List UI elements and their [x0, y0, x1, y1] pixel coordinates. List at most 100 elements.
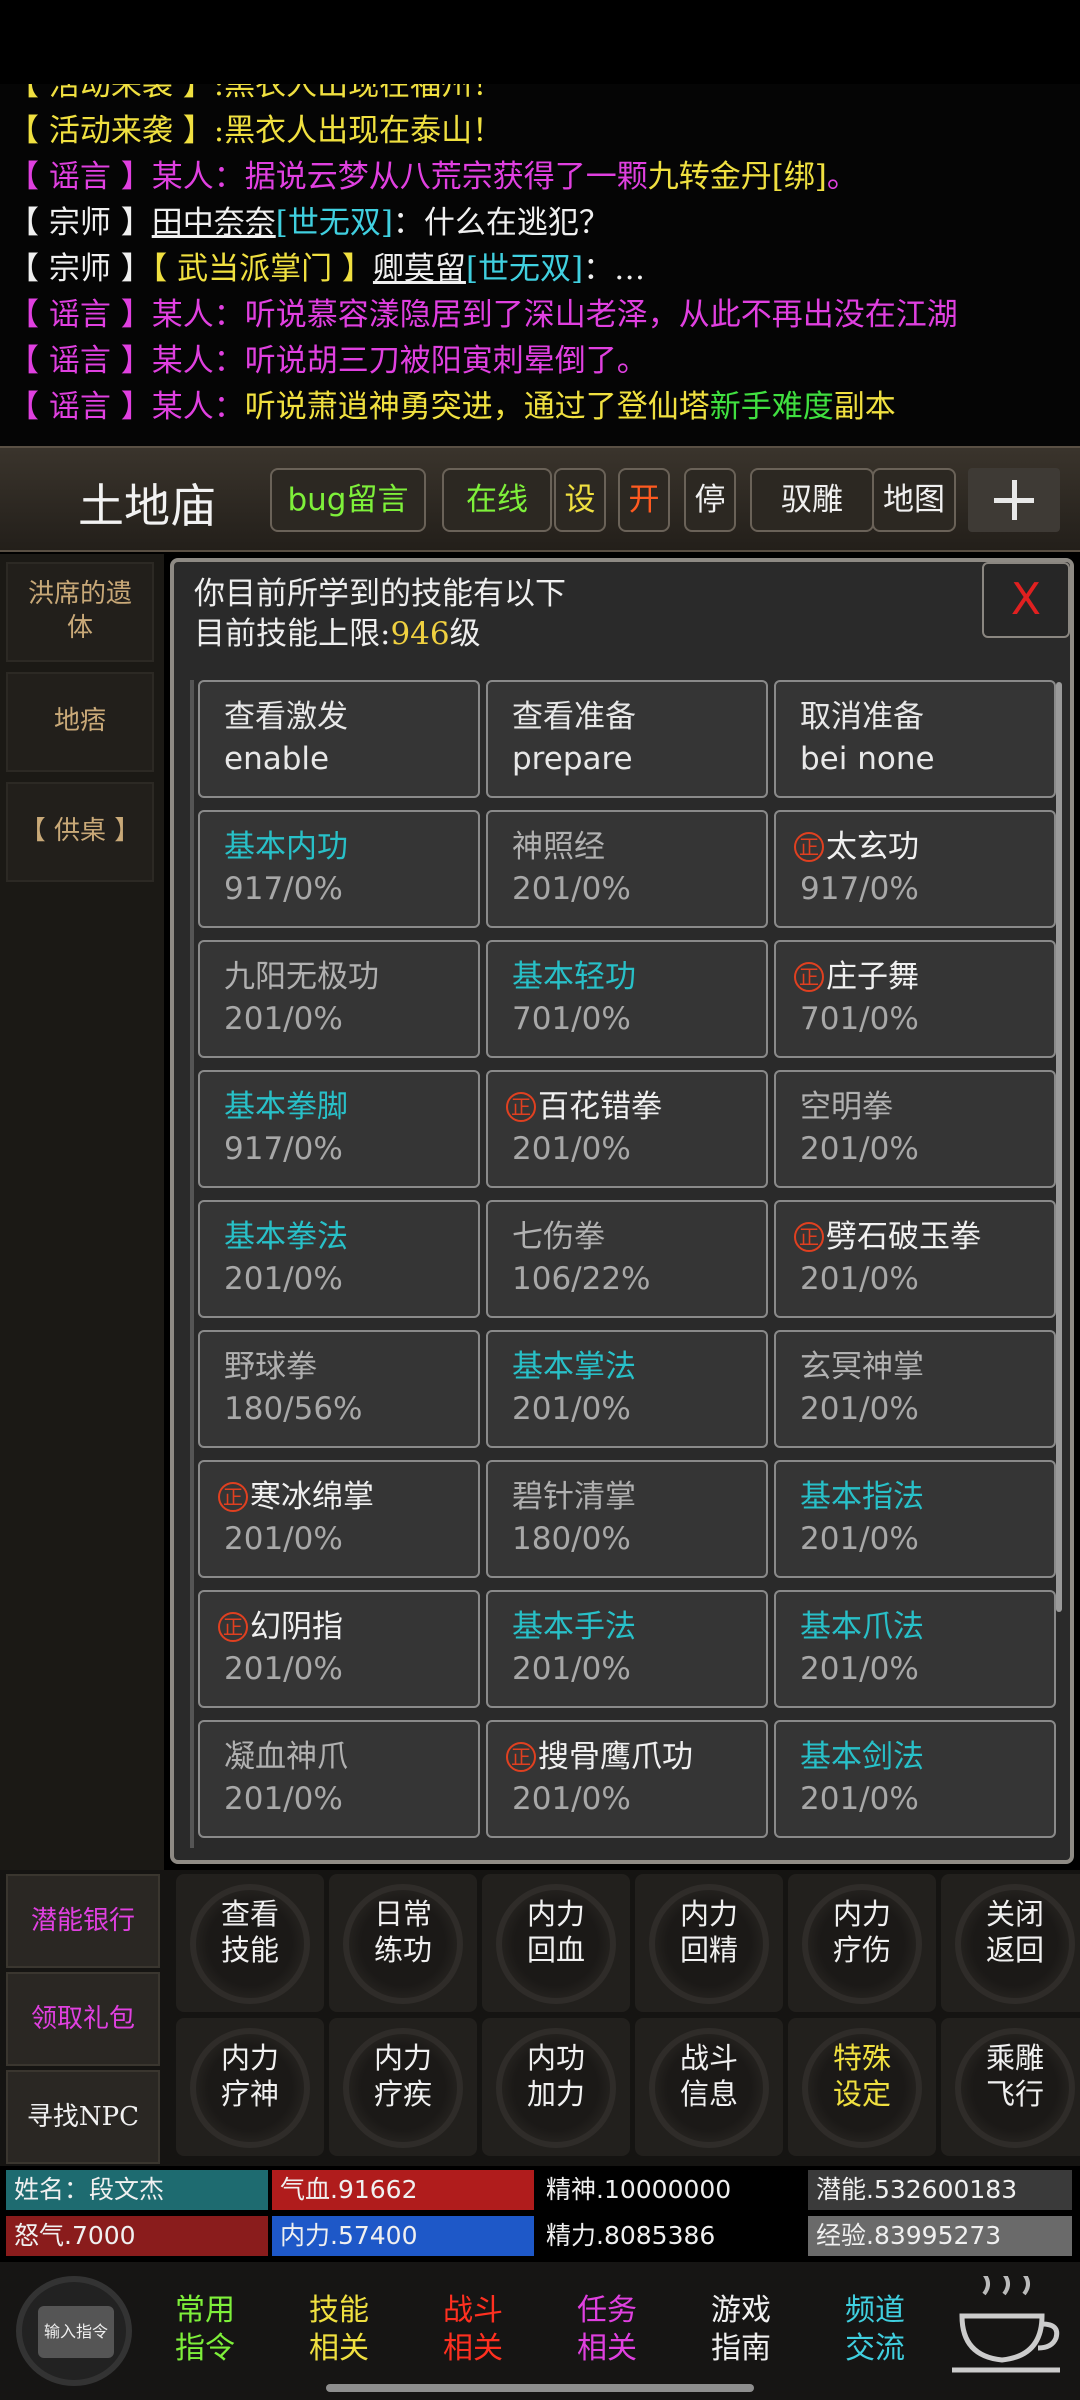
chat-segment: 新手难度: [709, 389, 834, 425]
skill-cell[interactable]: 基本手法 201/0%: [486, 1590, 768, 1708]
input-command-button[interactable]: 输入指令: [16, 2276, 132, 2386]
command-cell[interactable]: 查看准备 prepare: [486, 680, 768, 798]
chat-line[interactable]: 【 宗师 】田中奈奈[世无双]：什么在逃犯？: [8, 200, 610, 246]
nav-button[interactable]: 常用 指令: [140, 2276, 270, 2386]
stop-button[interactable]: 停: [684, 468, 736, 532]
skill-cell[interactable]: 基本爪法 201/0%: [774, 1590, 1056, 1708]
skill-level: 201/0%: [800, 1261, 919, 1297]
action-button[interactable]: 乘雕 飞行: [941, 2018, 1080, 2156]
bottom-nav: 输入指令 常用 指令 技能 相关 战斗 相关 任务 相关 游戏 指南 频道 交流: [0, 2262, 1080, 2400]
skill-name-text: 七伤拳: [512, 1219, 605, 1255]
nav-button[interactable]: 战斗 相关: [408, 2276, 538, 2386]
action-button[interactable]: 特殊 设定: [788, 2018, 936, 2156]
chat-line[interactable]: 【 活动来袭 】:黑衣人出现在福州！: [8, 84, 503, 108]
chat-log[interactable]: 【 活动来袭 】:黑衣人出现在福州！ 【 活动来袭 】:黑衣人出现在泰山！ 【 谣言…: [0, 84, 1080, 446]
chat-line[interactable]: 【 谣言 】某人：据说云梦从八荒宗获得了一颗九转金丹[绑]。: [8, 154, 858, 200]
skill-cell[interactable]: 正劈石破玉拳 201/0%: [774, 1200, 1056, 1318]
nav-button[interactable]: 频道 交流: [810, 2276, 940, 2386]
action-label-line: 内功: [526, 2041, 585, 2075]
orthodox-badge-icon: 正: [506, 1092, 536, 1122]
skill-cell[interactable]: 基本拳法 201/0%: [198, 1200, 480, 1318]
command-label: 查看准备: [512, 699, 636, 735]
chat-segment: 【 谣言 】某人：听说慕容漾隐居到了深山老泽，从此不再出没在江湖: [8, 297, 958, 333]
side-action-button[interactable]: 领取礼包: [6, 1972, 160, 2066]
skill-cell[interactable]: 正幻阴指 201/0%: [198, 1590, 480, 1708]
skill-name-text: 神照经: [512, 829, 605, 865]
nav-label-line: 常用: [175, 2293, 235, 2328]
skill-cell[interactable]: 野球拳 180/56%: [198, 1330, 480, 1448]
skill-cell[interactable]: 九阳无极功 201/0%: [198, 940, 480, 1058]
action-button[interactable]: 关闭 返回: [941, 1874, 1080, 2012]
skill-cell[interactable]: 正百花错拳 201/0%: [486, 1070, 768, 1188]
teacup-icon[interactable]: [944, 2276, 1074, 2386]
skill-cell[interactable]: 空明拳 201/0%: [774, 1070, 1056, 1188]
skill-cell[interactable]: 神照经 201/0%: [486, 810, 768, 928]
stat-field: 经验.83995273: [808, 2216, 1072, 2256]
command-cell[interactable]: 取消准备 bei none: [774, 680, 1056, 798]
sidebar-item-altar[interactable]: 【 供桌 】: [6, 782, 154, 882]
stat-field: 怒气.7000: [6, 2216, 268, 2256]
skill-cell[interactable]: 基本剑法 201/0%: [774, 1720, 1056, 1838]
sidebar-item-corpse[interactable]: 洪席的遗体: [6, 562, 154, 662]
action-label: 内功 加力: [482, 2040, 630, 2112]
skill-cell[interactable]: 正寒冰绵掌 201/0%: [198, 1460, 480, 1578]
skill-cell[interactable]: 基本内功 917/0%: [198, 810, 480, 928]
skill-cell[interactable]: 碧针清掌 180/0%: [486, 1460, 768, 1578]
skills-grid[interactable]: 查看激发 enable 查看准备 prepare 取消准备 bei none 基本内功 917…: [184, 680, 1064, 1848]
ride-eagle-button[interactable]: 驭雕: [750, 468, 874, 532]
skill-cell[interactable]: 基本轻功 701/0%: [486, 940, 768, 1058]
skill-cell[interactable]: 凝血神爪 201/0%: [198, 1720, 480, 1838]
chat-line[interactable]: 【 谣言 】某人：听说萧逍神勇突进，通过了登仙塔新手难度副本: [8, 384, 896, 430]
action-button[interactable]: 内力 疗伤: [788, 1874, 936, 2012]
nav-button[interactable]: 任务 相关: [542, 2276, 672, 2386]
player-name-link[interactable]: 卿莫留: [373, 251, 466, 287]
chat-line[interactable]: 【 活动来袭 】:黑衣人出现在泰山！: [8, 108, 503, 154]
skill-cell[interactable]: 玄冥神掌 201/0%: [774, 1330, 1056, 1448]
skill-level: 201/0%: [800, 1651, 919, 1687]
action-button[interactable]: 查看 技能: [176, 1874, 324, 2012]
nav-button[interactable]: 游戏 指南: [676, 2276, 806, 2386]
action-label-line: 特殊: [832, 2041, 891, 2075]
sidebar-item-thug[interactable]: 地痞: [6, 672, 154, 772]
add-icon[interactable]: [968, 468, 1060, 532]
skill-cell[interactable]: 正搜骨鹰爪功 201/0%: [486, 1720, 768, 1838]
action-button[interactable]: 内力 疗神: [176, 2018, 324, 2156]
chat-line[interactable]: 【 宗师 】【 武当派掌门 】卿莫留[世无双]：…: [8, 246, 645, 292]
command-cell[interactable]: 查看激发 enable: [198, 680, 480, 798]
side-action-button[interactable]: 潜能银行: [6, 1874, 160, 1968]
open-button[interactable]: 开: [618, 468, 670, 532]
chat-line[interactable]: 【 谣言 】某人：听说慕容漾隐居到了深山老泽，从此不再出没在江湖: [8, 292, 958, 338]
action-button[interactable]: 内功 加力: [482, 2018, 630, 2156]
settings-button[interactable]: 设: [554, 468, 606, 532]
action-button[interactable]: 内力 回血: [482, 1874, 630, 2012]
player-name-link[interactable]: 田中奈奈: [152, 205, 276, 241]
map-button[interactable]: 地图: [872, 468, 956, 532]
skill-name-text: 搜骨鹰爪功: [538, 1739, 693, 1775]
action-button[interactable]: 内力 回精: [635, 1874, 783, 2012]
skill-level: 201/0%: [800, 1521, 919, 1557]
chat-line[interactable]: 【 谣言 】某人：听说胡三刀被阳寅刺晕倒了。: [8, 338, 648, 384]
side-action-button[interactable]: 寻找NPC: [6, 2070, 160, 2164]
orthodox-badge-icon: 正: [506, 1742, 536, 1772]
input-command-label: 输入指令: [38, 2306, 114, 2358]
action-button[interactable]: 日常 练功: [329, 1874, 477, 2012]
online-button[interactable]: 在线: [442, 468, 552, 532]
skill-cell[interactable]: 正太玄功 917/0%: [774, 810, 1056, 928]
close-button[interactable]: X: [982, 562, 1070, 638]
skill-cell[interactable]: 七伤拳 106/22%: [486, 1200, 768, 1318]
action-button[interactable]: 内力 疗疾: [329, 2018, 477, 2156]
skill-cell[interactable]: 基本拳脚 917/0%: [198, 1070, 480, 1188]
action-button[interactable]: 战斗 信息: [635, 2018, 783, 2156]
skill-cell[interactable]: 基本掌法 201/0%: [486, 1330, 768, 1448]
home-indicator[interactable]: [326, 2384, 754, 2392]
skill-cell[interactable]: 正庄子舞 701/0%: [774, 940, 1056, 1058]
action-label: 内力 回精: [635, 1896, 783, 1968]
action-label-line: 设定: [832, 2077, 891, 2111]
nav-button[interactable]: 技能 相关: [274, 2276, 404, 2386]
skill-cell[interactable]: 基本指法 201/0%: [774, 1460, 1056, 1578]
action-label-line: 回血: [526, 1933, 585, 1967]
scrollbar[interactable]: [1056, 682, 1062, 1612]
skill-name-text: 基本掌法: [512, 1349, 636, 1385]
bug-report-button[interactable]: bug留言: [270, 468, 426, 532]
action-label: 特殊 设定: [788, 2040, 936, 2112]
